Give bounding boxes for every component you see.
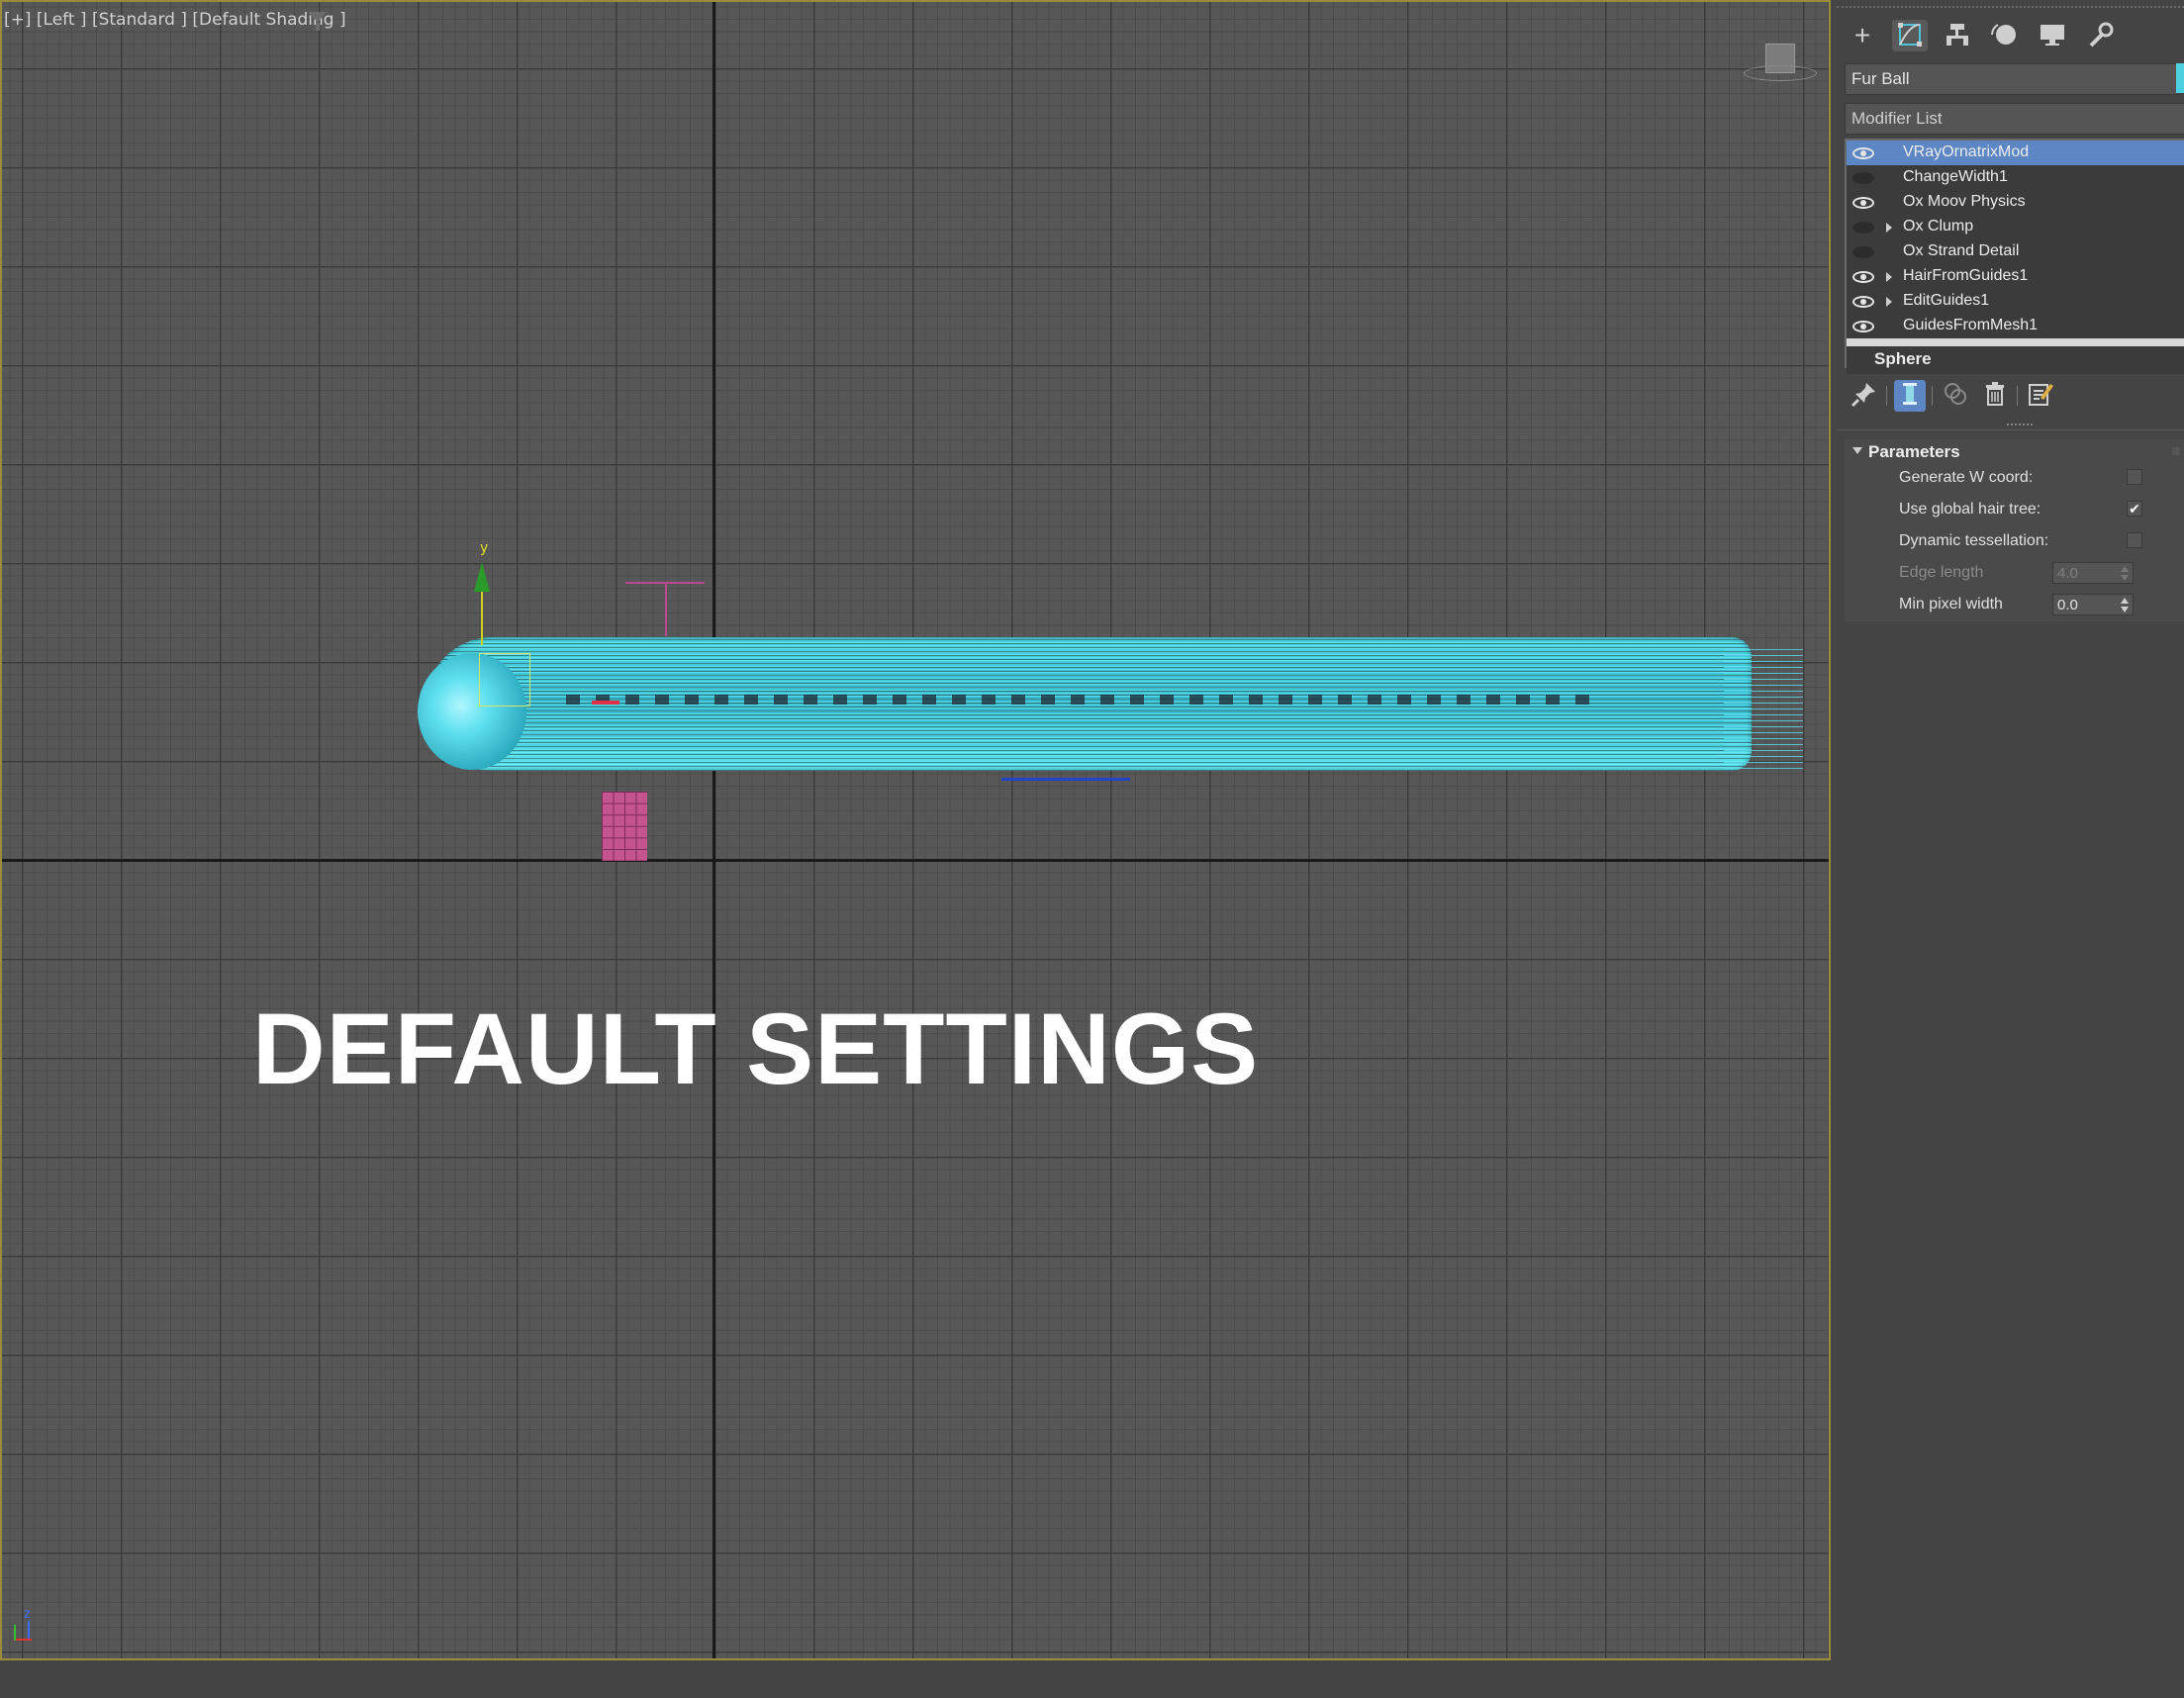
viewport-label[interactable]: [+] [Left ] [Standard ] [Default Shading… (4, 10, 346, 30)
expand-arrow-icon[interactable] (1886, 272, 1892, 282)
stack-item-ox-clump[interactable]: Ox Clump (1847, 215, 2184, 239)
motion-tab-icon[interactable] (1987, 20, 2023, 51)
show-end-result-icon[interactable] (1894, 380, 1926, 412)
eye-off-icon[interactable] (1852, 222, 1874, 234)
modifier-stack[interactable]: VRayOrnatrixMod ChangeWidth1 Ox Moov Phy… (1845, 139, 2184, 374)
eye-off-icon[interactable] (1852, 246, 1874, 258)
param-min-pixel-width: Min pixel width 0.0 (1845, 592, 2184, 617)
stack-item-ox-moov-physics[interactable]: Ox Moov Physics (1847, 190, 2184, 215)
pin-stack-icon[interactable] (1849, 380, 1880, 412)
modifier-list-dropdown[interactable]: Modifier List (1845, 103, 2184, 135)
fur-ball-object[interactable] (418, 625, 1803, 774)
world-axis-tripod-icon: z (6, 1605, 36, 1645)
gizmo-y-label: y (480, 540, 489, 556)
parameters-rollout-header[interactable]: Parameters (1845, 439, 2184, 465)
stack-toolbar (1845, 376, 2184, 416)
expand-arrow-icon[interactable] (1886, 223, 1892, 233)
viewcube[interactable] (1744, 42, 1823, 86)
modify-tab-icon[interactable] (1892, 20, 1928, 51)
display-tab-icon[interactable] (2035, 20, 2070, 51)
spinner-arrows-icon[interactable] (2121, 598, 2129, 613)
utilities-tab-icon[interactable] (2082, 20, 2118, 51)
stack-item-editguides1[interactable]: EditGuides1 (1847, 289, 2184, 314)
edge-length-spinner[interactable]: 4.0 (2052, 562, 2134, 584)
stack-item-changewidth1[interactable]: ChangeWidth1 (1847, 165, 2184, 190)
gizmo-y-arrow-icon[interactable] (474, 562, 490, 592)
overlay-title: DEFAULT SETTINGS (252, 992, 1260, 1105)
configure-modifier-sets-icon[interactable] (2025, 380, 2056, 412)
stack-item-guidesfrommesh1[interactable]: GuidesFromMesh1 (1847, 314, 2184, 338)
pink-grid-object[interactable] (602, 792, 647, 861)
param-use-global-hair-tree: Use global hair tree: ✔ (1845, 497, 2184, 522)
parameters-rollout: Parameters Generate W coord: Use global … (1845, 439, 2184, 621)
param-edge-length: Edge length 4.0 (1845, 560, 2184, 586)
viewport-filter-icon[interactable] (309, 12, 327, 31)
eye-icon[interactable] (1852, 321, 1874, 332)
param-dynamic-tessellation: Dynamic tessellation: (1845, 528, 2184, 554)
generate-w-coord-checkbox[interactable] (2127, 469, 2142, 485)
viewcube-ring[interactable] (1744, 65, 1817, 81)
object-color-swatch[interactable] (2176, 63, 2184, 93)
expand-arrow-icon[interactable] (1886, 297, 1892, 307)
rollout-corner-icon (2172, 447, 2180, 455)
helper-blue-line-icon (1001, 778, 1130, 781)
modifier-list-label: Modifier List (1852, 109, 1943, 128)
remove-modifier-icon[interactable] (1979, 380, 2011, 412)
selection-box (479, 653, 530, 707)
command-panel-tabs: + (1837, 6, 2184, 55)
object-name-field[interactable]: Fur Ball (1845, 63, 2179, 95)
gizmo-x-tick-icon (592, 701, 619, 705)
create-tab-icon[interactable]: + (1845, 20, 1880, 51)
stack-item-hairfromguides1[interactable]: HairFromGuides1 (1847, 264, 2184, 289)
dynamic-tessellation-checkbox[interactable] (2127, 532, 2142, 548)
eye-off-icon[interactable] (1852, 172, 1874, 184)
fur-core-shadow (566, 695, 1605, 705)
eye-icon[interactable] (1852, 197, 1874, 209)
collapse-arrow-icon[interactable] (1852, 447, 1862, 454)
min-pixel-width-spinner[interactable]: 0.0 (2052, 594, 2134, 615)
grid-axis-horizontal (2, 859, 1829, 862)
make-unique-icon[interactable] (1940, 380, 1971, 412)
eye-icon[interactable] (1852, 296, 1874, 308)
eye-icon[interactable] (1852, 147, 1874, 159)
stack-item-sphere-base[interactable]: Sphere (1847, 338, 2184, 374)
world-axis-z-label: z (24, 1605, 31, 1621)
object-name-text[interactable]: Fur Ball (1852, 69, 1910, 89)
status-strip (0, 1660, 1837, 1698)
stack-item-vrayornatrixmod[interactable]: VRayOrnatrixMod (1847, 141, 2184, 165)
command-panel: + Fur Ball Modifier List VRayOrnatrixMod… (1837, 0, 2184, 1698)
spinner-arrows-icon[interactable] (2121, 566, 2129, 582)
hierarchy-tab-icon[interactable] (1940, 20, 1975, 51)
param-generate-w-coord: Generate W coord: (1845, 465, 2184, 491)
grid-axis-vertical (712, 2, 715, 1658)
use-global-hair-tree-checkbox[interactable]: ✔ (2127, 501, 2142, 517)
viewport-left[interactable]: [+] [Left ] [Standard ] [Default Shading… (0, 0, 1831, 1660)
fur-strand-tips (1724, 645, 1803, 769)
eye-icon[interactable] (1852, 271, 1874, 283)
stack-item-ox-strand-detail[interactable]: Ox Strand Detail (1847, 239, 2184, 264)
